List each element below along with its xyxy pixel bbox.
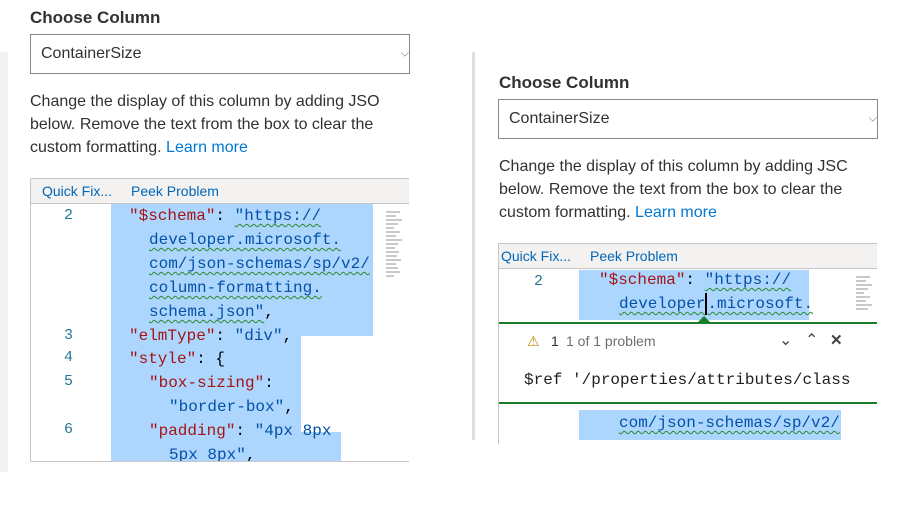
next-problem-icon[interactable]: ⌄ — [779, 330, 792, 350]
json-string: com/json-schemas/sp/v2/ — [149, 255, 370, 273]
description-line: below. Remove the text from the box to c… — [499, 181, 843, 198]
code-line: "box-sizing": — [149, 371, 274, 395]
json-code-editor[interactable]: Quick Fix... Peek Problem 2 "$schema": "… — [498, 243, 877, 444]
json-string: "div" — [234, 327, 283, 345]
punctuation: { — [215, 350, 226, 368]
json-string: schema.json" — [149, 303, 265, 321]
previous-problem-icon[interactable]: ⌃ — [805, 330, 818, 350]
peek-border-bottom — [499, 402, 877, 404]
punctuation: : — [196, 350, 216, 368]
column-format-description: Change the display of this column by add… — [30, 90, 408, 159]
line-number: 2 — [63, 207, 73, 224]
json-key: "style" — [129, 350, 197, 368]
json-key: "$schema" — [129, 207, 216, 225]
line-number: 5 — [63, 373, 73, 390]
description-line: custom formatting. Learn more — [30, 136, 408, 159]
code-line: "elmType": "div", — [129, 324, 292, 348]
peek-problem-link[interactable]: Peek Problem — [131, 183, 219, 199]
json-string: com/json-schemas/sp/v2/ — [619, 414, 840, 432]
json-key: "elmType" — [129, 327, 216, 345]
dropdown-value: ContainerSize — [509, 110, 610, 127]
text-cursor — [705, 293, 708, 315]
peek-problem-link[interactable]: Peek Problem — [590, 248, 678, 264]
code-line: 5px 8px", — [169, 443, 256, 462]
line-number: 4 — [63, 349, 73, 366]
choose-column-heading: Choose Column — [499, 73, 630, 92]
json-code-editor[interactable]: Quick Fix... Peek Problem 2 3 4 5 6 "$sc… — [30, 178, 409, 462]
punctuation: : — [685, 271, 705, 289]
minimap[interactable] — [386, 209, 404, 279]
punctuation: : — [215, 327, 235, 345]
json-string: .microsoft. — [707, 295, 814, 313]
chevron-down-icon: ⌵ — [868, 112, 877, 125]
minimap[interactable] — [856, 274, 874, 312]
punctuation: : — [235, 422, 255, 440]
column-format-description: Change the display of this column by add… — [499, 155, 875, 224]
json-key: "padding" — [149, 422, 236, 440]
dropdown-value: ContainerSize — [41, 45, 142, 62]
json-string: 5px 8px" — [169, 446, 246, 462]
code-line: "style": { — [129, 347, 225, 371]
code-line: developer.microsoft. — [149, 228, 341, 252]
json-key: "$schema" — [599, 271, 686, 289]
learn-more-link[interactable]: Learn more — [166, 139, 248, 156]
quick-fix-link[interactable]: Quick Fix... — [501, 248, 571, 264]
description-line: custom formatting. Learn more — [499, 201, 875, 224]
line-number: 6 — [63, 421, 73, 438]
json-string: "https:// — [234, 207, 322, 225]
code-line: schema.json", — [149, 300, 274, 324]
hover-action-bar: Quick Fix... Peek Problem — [31, 179, 409, 204]
punctuation: , — [282, 327, 293, 345]
line-number: 2 — [533, 273, 543, 290]
description-text: custom formatting. — [30, 139, 167, 156]
code-line: "$schema": "https:// — [599, 268, 791, 292]
hover-action-bar: Quick Fix... Peek Problem — [499, 244, 877, 269]
chevron-down-icon: ⌵ — [400, 47, 409, 60]
peek-problem-header: ⚠ 1 1 of 1 problem ⌄ ⌃ ✕ — [499, 324, 877, 358]
code-line: "$schema": "https:// — [129, 204, 321, 228]
problem-count: 1 — [551, 333, 559, 349]
punctuation: , — [245, 446, 256, 462]
code-line: column-formatting. — [149, 276, 322, 300]
json-string: column-formatting. — [149, 279, 322, 297]
json-string: "border-box" — [169, 398, 285, 416]
description-line: Change the display of this column by add… — [30, 93, 380, 110]
punctuation: , — [264, 303, 274, 321]
json-key: "box-sizing" — [149, 374, 265, 392]
json-string: "https:// — [704, 271, 792, 289]
code-line: com/json-schemas/sp/v2/ — [619, 411, 840, 435]
punctuation: : — [215, 207, 235, 225]
code-line: "border-box", — [169, 395, 294, 419]
peek-arrow-icon — [698, 316, 710, 322]
learn-more-link[interactable]: Learn more — [635, 204, 717, 221]
panel-divider — [472, 52, 475, 440]
quick-fix-link[interactable]: Quick Fix... — [42, 183, 112, 199]
json-string: "4px 8px — [254, 422, 332, 440]
code-line: "padding": "4px 8px — [149, 419, 331, 443]
punctuation: : — [264, 374, 274, 392]
json-string: developer.microsoft. — [149, 231, 342, 249]
column-dropdown[interactable]: ContainerSize ⌵ — [30, 34, 410, 74]
punctuation: , — [284, 398, 294, 416]
description-line: Change the display of this column by add… — [499, 158, 848, 175]
peek-problem-body: $ref '/properties/attributes/class — [499, 358, 877, 402]
json-string: developer — [619, 295, 706, 313]
warning-icon: ⚠ — [527, 333, 540, 349]
line-number: 3 — [63, 327, 73, 344]
problem-summary: 1 of 1 problem — [566, 333, 656, 349]
left-edge-strip — [0, 52, 8, 472]
choose-column-heading: Choose Column — [30, 8, 161, 27]
code-line: developer.microsoft. — [619, 292, 813, 316]
column-dropdown[interactable]: ContainerSize ⌵ — [498, 99, 878, 139]
code-line: com/json-schemas/sp/v2/ — [149, 252, 370, 276]
description-line: below. Remove the text from the box to c… — [30, 116, 374, 133]
problem-message: $ref '/properties/attributes/class — [524, 371, 851, 389]
description-text: custom formatting. — [499, 204, 636, 221]
close-icon[interactable]: ✕ — [830, 331, 843, 349]
